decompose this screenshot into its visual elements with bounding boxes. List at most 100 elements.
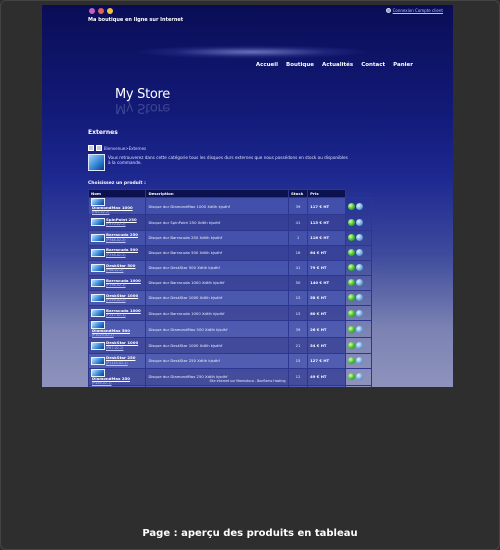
product-ref: (P65-02-2) xyxy=(92,210,110,215)
product-thumbnail[interactable] xyxy=(91,309,105,318)
product-thumbnail[interactable] xyxy=(91,233,105,242)
product-thumbnail[interactable] xyxy=(91,356,105,365)
view-details-icon[interactable] xyxy=(356,279,364,287)
product-price: 115 € HT xyxy=(307,214,347,231)
add-to-cart-icon[interactable] xyxy=(348,279,356,287)
view-details-icon[interactable] xyxy=(356,234,364,242)
product-ref: (P259-02-2) xyxy=(106,297,126,302)
product-cell[interactable]: DeskStar 1000 (P259-02-2) xyxy=(87,289,147,306)
flag-icon-2[interactable] xyxy=(98,8,104,14)
row-actions xyxy=(345,337,372,354)
table-row[interactable]: DeskStar 500 (P86-02-2) Disque dur DeskSta… xyxy=(87,259,372,276)
product-cell[interactable]: DeskStar 250 (P1145-02-1) xyxy=(87,352,147,369)
product-price: 26 € HT xyxy=(307,320,347,339)
product-name-block: DiamondMax 1000 (P65-02-2) xyxy=(92,205,133,215)
row-actions xyxy=(345,259,372,276)
product-cell[interactable]: Barracuda 500 (P258-02-2) xyxy=(87,244,147,261)
view-details-icon[interactable] xyxy=(356,202,364,210)
row-actions xyxy=(345,352,372,369)
product-cell[interactable]: DeskStar 500(P1470-02-1) xyxy=(87,385,147,387)
add-to-cart-icon[interactable] xyxy=(348,249,356,257)
product-stock: 41 xyxy=(287,259,309,276)
nav-item-accueil[interactable]: Accueil xyxy=(256,62,278,68)
add-to-cart-icon[interactable] xyxy=(348,234,356,242)
login-link-label[interactable]: Connexion Compte client xyxy=(393,8,443,13)
product-cell[interactable]: DiamondMax 500 (P1025-02-2) xyxy=(87,320,147,339)
add-to-cart-icon[interactable] xyxy=(348,309,356,317)
table-row[interactable]: DeskStar 1000 (P259-02-2) Disque dur DeskS… xyxy=(87,289,372,306)
table-row[interactable]: DiamondMax 1000 (P65-02-2) Disque dur Diam… xyxy=(87,196,372,216)
view-details-icon[interactable] xyxy=(356,357,364,365)
product-thumbnail[interactable] xyxy=(91,248,105,257)
product-cell[interactable]: Barracuda 1000 (P247-02-1) xyxy=(87,304,147,322)
list-icon xyxy=(96,145,102,151)
product-description: Disque dur DeskStar 1000 Xdtlh kjsdhf xyxy=(145,337,289,354)
product-name-block: DeskStar 500 (P86-02-2) xyxy=(106,263,135,272)
product-description: Disque dur SpinPoint 250 Xdtlh kjsdhf xyxy=(145,214,289,231)
table-row[interactable]: Barracuda 500 (P258-02-2) Disque dur Barra… xyxy=(87,244,372,261)
add-to-cart-icon[interactable] xyxy=(348,294,356,302)
product-name-block: DeskStar 1000 (P87-02-2) xyxy=(106,341,138,350)
product-name-block: Barracuda 250 (P348-02-2) xyxy=(106,233,138,242)
nav-item-panier[interactable]: Panier xyxy=(393,62,413,68)
row-actions xyxy=(345,385,372,387)
product-cell[interactable]: Barracuda 1000 (P256-02-1) xyxy=(87,274,147,291)
row-actions xyxy=(345,304,372,322)
table-row[interactable]: Barracuda 1000 (P247-02-1) Disque dur Barr… xyxy=(87,304,372,322)
add-to-cart-icon[interactable] xyxy=(348,357,356,365)
add-to-cart-icon[interactable] xyxy=(348,325,356,333)
nav-item-actualites[interactable]: Actualités xyxy=(322,62,353,68)
table-row[interactable]: SpinPoint 250 (P470-02-2) Disque dur SpinP… xyxy=(87,214,372,231)
product-stock: 15 xyxy=(287,352,309,369)
add-to-cart-icon[interactable] xyxy=(348,264,356,272)
product-price: 79 € HT xyxy=(307,385,347,387)
add-to-cart-icon[interactable] xyxy=(348,342,356,350)
product-thumbnail[interactable] xyxy=(91,218,105,227)
add-to-cart-icon[interactable] xyxy=(348,202,356,210)
product-cell[interactable]: DeskStar 500 (P86-02-2) xyxy=(87,259,147,276)
header-stock: Stock xyxy=(287,189,309,198)
nav-item-boutique[interactable]: Boutique xyxy=(286,62,314,68)
view-details-icon[interactable] xyxy=(356,309,364,317)
product-name-block: Barracuda 1000 (P256-02-1) xyxy=(106,278,141,287)
product-name-block: Barracuda 500 (P258-02-2) xyxy=(106,248,138,257)
product-thumbnail[interactable] xyxy=(91,278,105,287)
product-thumbnail[interactable] xyxy=(91,293,105,302)
products-table: Nom Description Stock Prix DiamondMax 10… xyxy=(87,189,372,387)
product-cell[interactable]: Barracuda 250 (P348-02-2) xyxy=(87,229,147,246)
product-name[interactable]: Barracuda 250 xyxy=(106,233,138,237)
product-thumbnail[interactable] xyxy=(91,341,105,350)
table-row[interactable]: DiamondMax 500 (P1025-02-2) Disque dur Dia… xyxy=(87,320,372,339)
table-row[interactable]: DeskStar 1000 (P87-02-2) Disque dur DeskSt… xyxy=(87,337,372,354)
product-name-block: SpinPoint 250 (P470-02-2) xyxy=(106,218,137,227)
nav-item-contact[interactable]: Contact xyxy=(361,62,385,68)
view-details-icon[interactable] xyxy=(356,264,364,272)
flag-icon-1[interactable] xyxy=(89,8,95,14)
product-name[interactable]: DeskStar 1000 xyxy=(106,341,138,345)
row-actions xyxy=(345,274,372,291)
product-description: Disque dur DiamondMax 500 Xdtlh kjsdhf xyxy=(145,320,289,339)
product-cell[interactable]: DiamondMax 1000 (P65-02-2) xyxy=(87,196,147,216)
product-price: 64 € HT xyxy=(307,244,347,261)
product-cell[interactable]: SpinPoint 250 (P470-02-2) xyxy=(87,214,147,231)
table-row[interactable]: DeskStar 500(P1470-02-1)Hitachi - Disque… xyxy=(87,385,372,387)
view-details-icon[interactable] xyxy=(356,249,364,257)
flag-icon-3[interactable] xyxy=(107,8,113,14)
breadcrumb-text[interactable]: Bienvenue>Externes xyxy=(104,146,146,151)
add-to-cart-icon[interactable] xyxy=(348,218,356,226)
login-link[interactable]: Connexion Compte client xyxy=(385,8,443,13)
product-cell[interactable]: DeskStar 1000 (P87-02-2) xyxy=(87,337,147,354)
language-flags xyxy=(89,8,113,14)
view-details-icon[interactable] xyxy=(356,325,364,333)
table-row[interactable]: Barracuda 1000 (P256-02-1) Disque dur Barr… xyxy=(87,274,372,291)
table-row[interactable]: Barracuda 250 (P348-02-2) Disque dur Barra… xyxy=(87,229,372,246)
product-description: Disque dur DeskStar 1000 Xdtlh kjsdhf xyxy=(145,289,289,306)
table-row[interactable]: DeskStar 250 (P1145-02-1) Disque dur DeskS… xyxy=(87,352,372,369)
product-name[interactable]: DeskStar 250 xyxy=(106,356,135,360)
view-details-icon[interactable] xyxy=(356,342,364,350)
site-footer: Site internet sur Mamiutuco - Bonflamo H… xyxy=(209,379,286,383)
view-details-icon[interactable] xyxy=(356,218,364,226)
product-ref: (P470-02-2) xyxy=(106,222,126,227)
view-details-icon[interactable] xyxy=(356,294,364,302)
product-thumbnail[interactable] xyxy=(91,263,105,272)
